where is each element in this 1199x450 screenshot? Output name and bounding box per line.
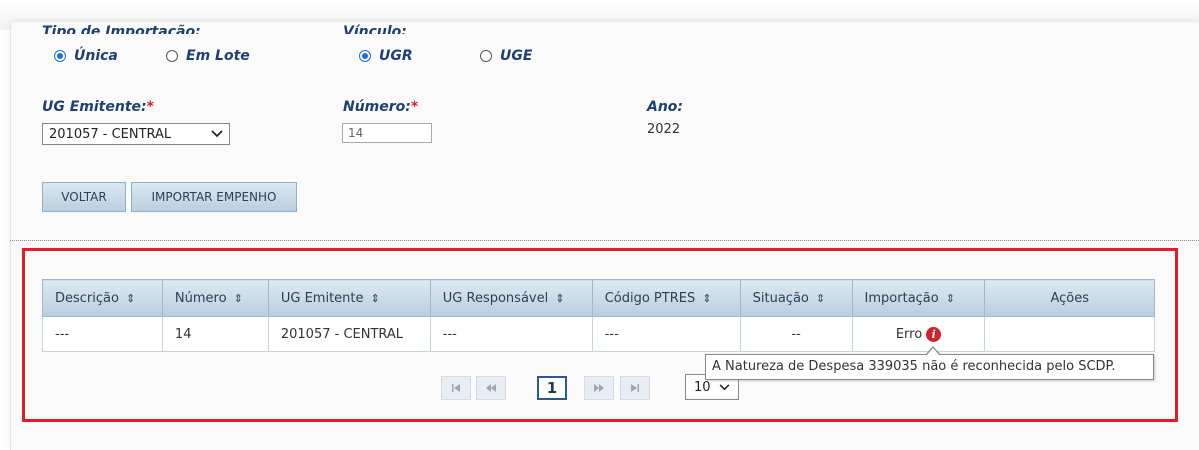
radio-uge[interactable]: UGE: [480, 48, 532, 64]
divider: [10, 240, 1199, 241]
importar-empenho-button[interactable]: IMPORTAR EMPENHO: [131, 182, 297, 212]
ug-emitente-select[interactable]: 201057 - CENTRAL: [42, 123, 230, 145]
ug-emitente-value: 201057 - CENTRAL: [49, 126, 172, 142]
numero-label: Número:*: [343, 99, 418, 115]
ug-emitente-label: UG Emitente:*: [42, 99, 154, 115]
numero-input[interactable]: 14: [342, 123, 432, 143]
ug-emitente-label-text: UG Emitente:: [42, 99, 147, 115]
tipo-importacao-label: Tipo de Importação:: [42, 24, 201, 34]
radio-em-lote-dot[interactable]: [166, 50, 178, 62]
radio-uge-dot[interactable]: [480, 50, 492, 62]
radio-uge-label: UGE: [500, 48, 533, 64]
vinculo-label: Vínculo:: [343, 24, 407, 34]
voltar-button[interactable]: VOLTAR: [42, 182, 126, 212]
ano-label: Ano:: [647, 99, 684, 115]
numero-label-text: Número:: [343, 99, 411, 115]
required-mark: *: [146, 99, 154, 115]
radio-em-lote-label: Em Lote: [186, 48, 250, 64]
radio-unica-label: Única: [74, 48, 118, 64]
radio-em-lote[interactable]: Em Lote: [166, 48, 250, 64]
radio-unica[interactable]: Única: [54, 48, 118, 64]
required-mark: *: [410, 99, 419, 115]
radio-ugr-label: UGR: [379, 48, 413, 64]
highlight-box: [22, 248, 1178, 422]
ano-value: 2022: [647, 122, 681, 137]
radio-ugr[interactable]: UGR: [359, 48, 413, 64]
radio-unica-dot[interactable]: [54, 50, 66, 62]
chevron-down-icon: [211, 127, 223, 141]
radio-ugr-dot[interactable]: [359, 50, 371, 62]
